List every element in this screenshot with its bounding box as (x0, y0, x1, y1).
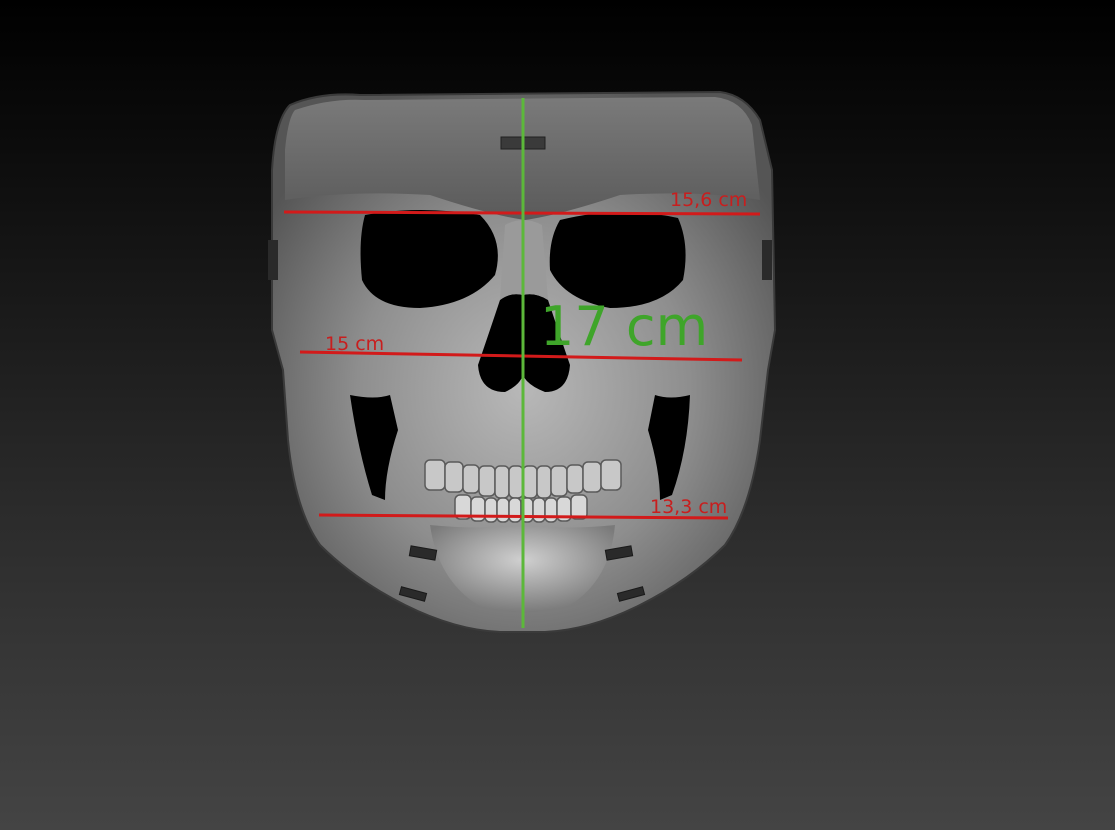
left-side-clip (268, 240, 278, 280)
jaw-width-label: 13,3 cm (650, 496, 727, 518)
cheek-width-label: 15 cm (325, 333, 384, 355)
viewport: 15,6 cm 15 cm 13,3 cm 17 cm (0, 0, 1115, 830)
mask-render: 15,6 cm 15 cm 13,3 cm 17 cm (268, 90, 777, 633)
right-side-clip (762, 240, 772, 280)
brow-width-label: 15,6 cm (670, 189, 747, 211)
face-height-label: 17 cm (540, 295, 708, 358)
